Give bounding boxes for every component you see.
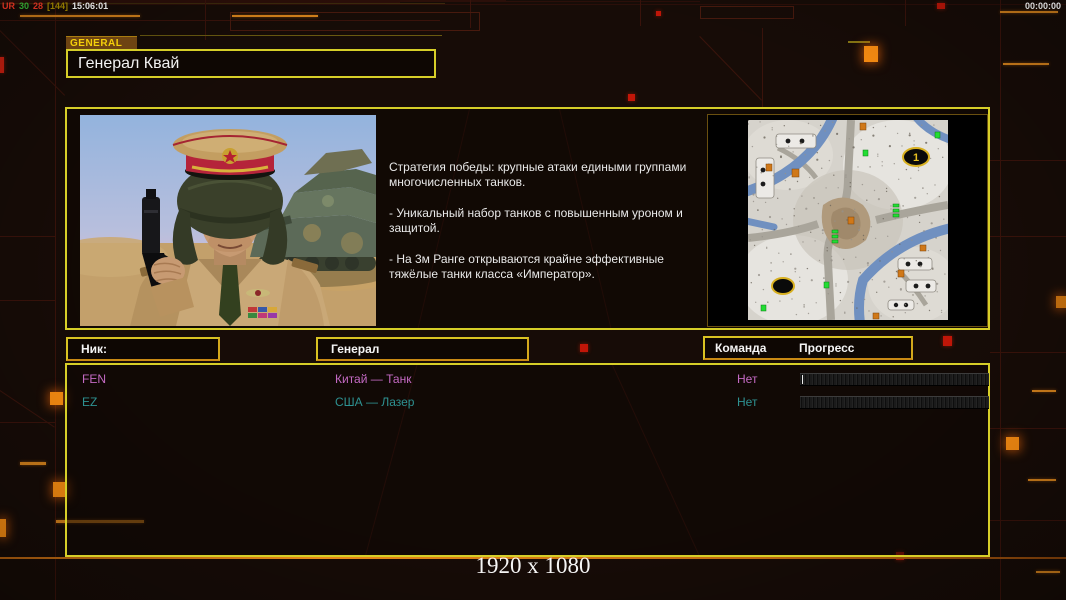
general-tab-label: GENERAL (66, 36, 137, 49)
general-info-panel: Стратегия победы: крупные атаки едиными … (65, 107, 990, 330)
debug-segment: UR (2, 1, 15, 11)
player-row: FEN Китай — Танк Нет (67, 370, 989, 392)
general-name-box: Генерал Квай (66, 49, 436, 78)
description-paragraph: - Уникальный набор танков с повышенным у… (389, 206, 683, 235)
player-list-panel: FEN Китай — Танк Нет EZ США — Лазер Нет (65, 363, 990, 557)
debug-segment: [144] (47, 1, 69, 11)
player-team: Нет (737, 372, 758, 386)
loading-progress-bar (800, 396, 989, 409)
player-nick: EZ (82, 395, 98, 409)
circuit-background (0, 0, 1066, 600)
column-header-team-label: Команда (715, 341, 767, 355)
map-start-marker-label: 1 (913, 152, 919, 164)
player-general: США — Лазер (335, 395, 415, 409)
player-row: EZ США — Лазер Нет (67, 393, 989, 415)
map-preview: 1 (748, 120, 948, 320)
map-preview-frame: 1 (707, 114, 988, 327)
debug-overlay: UR 30 28 [144] 15:06:01 (2, 1, 112, 11)
map-start-marker-1: 1 (902, 147, 930, 167)
column-header-progress-label: Прогресс (799, 341, 855, 355)
general-description: Стратегия победы: крупные атаки едиными … (389, 160, 711, 298)
description-paragraph: Стратегия победы: крупные атаки едиными … (389, 160, 687, 189)
loading-screen: UR 30 28 [144] 15:06:01 00:00:00 GENERAL Ген… (0, 0, 1066, 600)
general-name: Генерал Квай (78, 55, 180, 72)
player-team: Нет (737, 395, 758, 409)
resolution-label: 1920 x 1080 (475, 553, 591, 578)
column-header-nick: Ник: (66, 337, 220, 361)
loading-progress-bar (800, 373, 989, 386)
progress-caret (802, 375, 803, 384)
player-nick: FEN (82, 372, 106, 386)
column-header-team-progress: Команда Прогресс (703, 336, 913, 360)
debug-segment: 30 (19, 1, 30, 11)
general-portrait-art (80, 115, 376, 326)
debug-segment: 15:06:01 (72, 1, 109, 11)
map-start-marker-2 (771, 277, 795, 295)
description-paragraph: - На 3м Ранге открываются крайне эффекти… (389, 252, 664, 281)
column-header-nick-label: Ник: (81, 342, 108, 356)
column-header-general: Генерал (316, 337, 529, 361)
column-header-general-label: Генерал (331, 342, 380, 356)
player-general: Китай — Танк (335, 372, 412, 386)
debug-segment: 28 (33, 1, 44, 11)
match-timer: 00:00:00 (1024, 1, 1061, 11)
general-portrait (80, 115, 376, 326)
